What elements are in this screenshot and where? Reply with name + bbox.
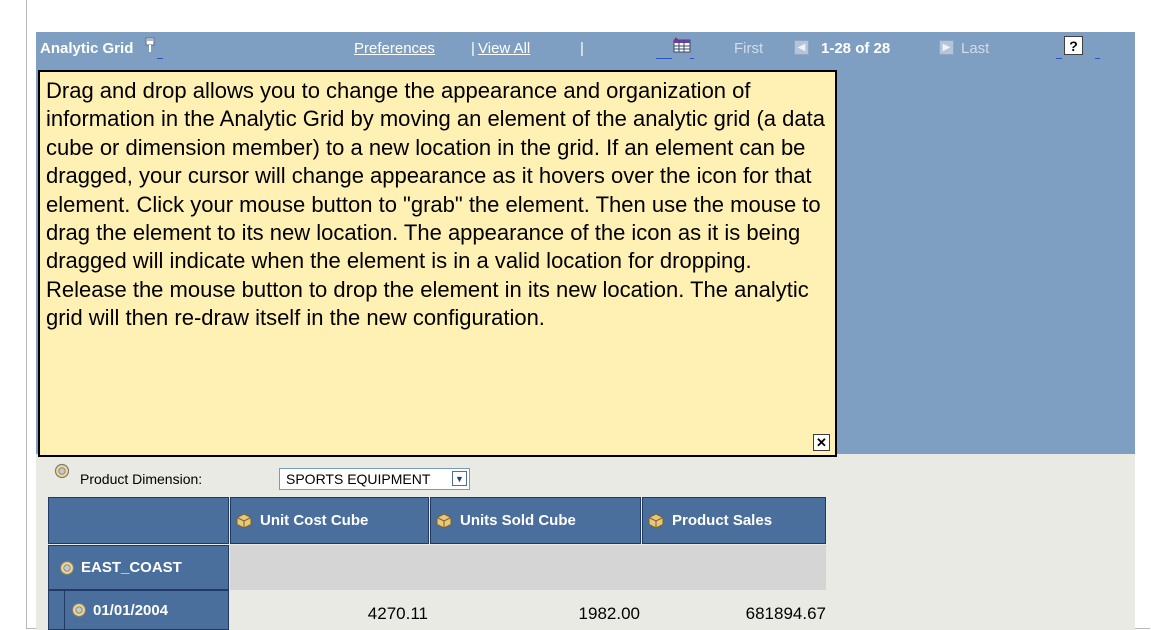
row-header-label: 01/01/2004: [93, 601, 169, 619]
chevron-down-icon[interactable]: ▼: [452, 471, 467, 486]
dimension-member-icon[interactable]: [54, 463, 70, 479]
drag-drop-tooltip: Drag and drop allows you to change the a…: [38, 70, 837, 457]
row-header-date[interactable]: 01/01/2004: [64, 590, 229, 630]
help-link-underline: [1095, 58, 1100, 59]
table-cell: 4270.11: [367, 604, 428, 623]
table-cell: 681894.67: [745, 604, 826, 623]
preferences-link[interactable]: Preferences: [354, 40, 435, 57]
close-icon[interactable]: ✕: [813, 434, 830, 451]
table-cell: 1982.00: [578, 604, 640, 623]
row-header-label: EAST_COAST: [81, 559, 182, 576]
cube-icon[interactable]: [436, 512, 452, 529]
tooltip-text: Drag and drop allows you to change the a…: [46, 78, 825, 331]
header-separator: |: [471, 40, 475, 57]
dimension-member-icon[interactable]: [59, 560, 75, 576]
spreadsheet-link-underline: [656, 58, 672, 59]
dimension-select-value: SPORTS EQUIPMENT: [286, 471, 431, 487]
cube-icon[interactable]: [236, 512, 252, 529]
download-to-spreadsheet-icon[interactable]: [673, 37, 691, 53]
help-icon[interactable]: ?: [1064, 36, 1083, 55]
cube-icon[interactable]: [648, 512, 664, 529]
view-all-link[interactable]: View All: [478, 40, 530, 57]
column-header-units-sold[interactable]: Units Sold Cube: [430, 497, 641, 544]
row-range: 1-28 of 28: [821, 40, 891, 57]
pin-link-underline: [157, 58, 163, 59]
next-arrow-icon[interactable]: ▶: [939, 40, 954, 55]
column-header-product-sales[interactable]: Product Sales: [642, 497, 826, 544]
column-header-label: Units Sold Cube: [460, 512, 576, 529]
first-link[interactable]: First: [734, 40, 763, 57]
column-header-label: Unit Cost Cube: [260, 512, 369, 529]
dimension-select[interactable]: SPORTS EQUIPMENT ▼: [279, 468, 470, 490]
last-link[interactable]: Last: [961, 40, 989, 57]
grid-title: Analytic Grid: [40, 40, 134, 57]
header-separator: |: [580, 40, 584, 57]
row-header-group[interactable]: EAST_COAST: [48, 545, 229, 590]
column-header-label: Product Sales: [672, 512, 773, 529]
dimension-member-icon[interactable]: [71, 602, 87, 618]
previous-arrow-icon[interactable]: ◀: [794, 40, 809, 55]
help-link-underline: [1056, 58, 1062, 59]
spreadsheet-link-underline: [690, 58, 694, 59]
group-subtotal-band: [230, 545, 826, 590]
column-header-unit-cost[interactable]: Unit Cost Cube: [230, 497, 429, 544]
dimension-label: Product Dimension:: [80, 471, 203, 487]
drag-drop-help-icon[interactable]: [144, 37, 156, 53]
grid-corner-cell: [48, 497, 229, 544]
